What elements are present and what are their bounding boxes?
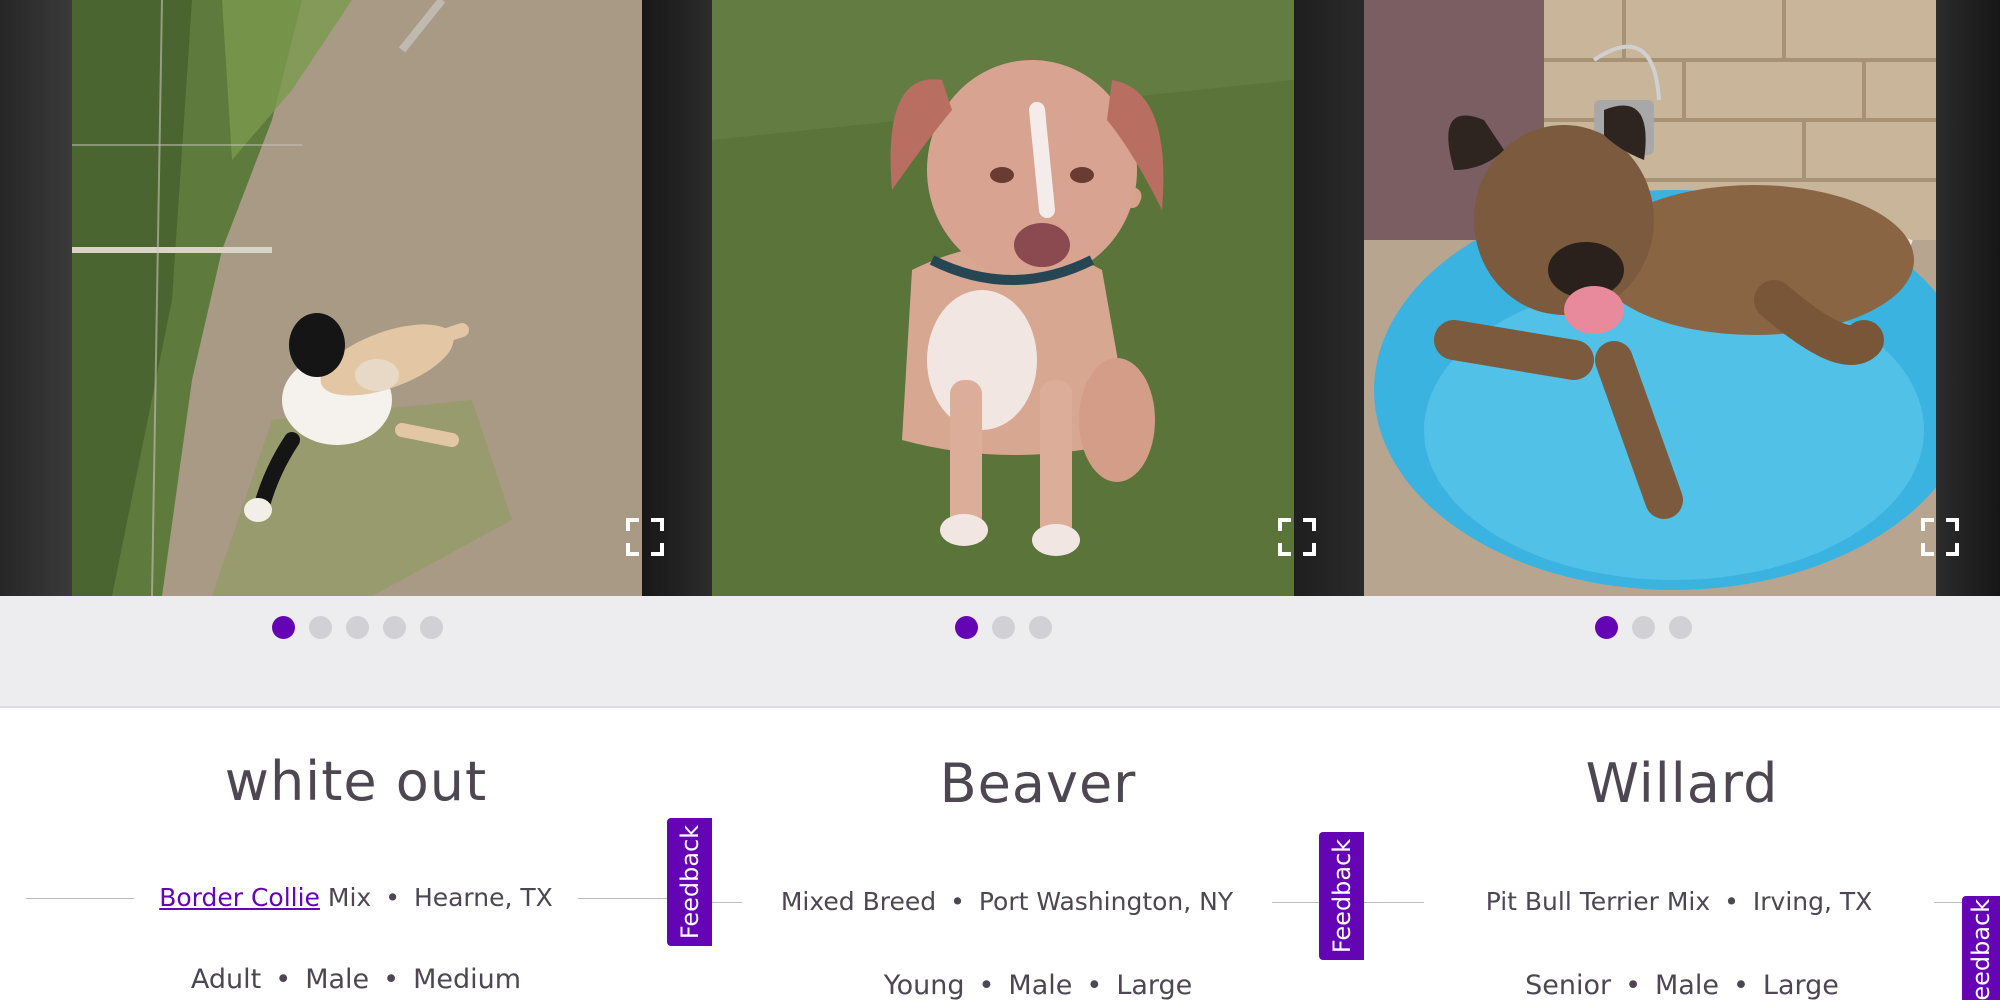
carousel-dot[interactable] xyxy=(309,616,332,639)
pet-breed: Mixed Breed xyxy=(780,887,937,916)
breed-suffix: Mix xyxy=(327,883,372,912)
pet-age: Young xyxy=(883,970,965,1000)
pet-name: Beaver xyxy=(939,752,1137,815)
separator: • xyxy=(275,964,292,995)
dog-photo-image xyxy=(712,0,1294,596)
pet-attributes: Adult • Male • Medium xyxy=(0,960,712,1000)
pet-gender: Male xyxy=(305,964,370,995)
pet-gender: Male xyxy=(1655,970,1719,1000)
pet-attributes: Young • Male • Large xyxy=(712,966,1364,1000)
previous-photo-preview xyxy=(0,0,72,596)
pet-gender: Male xyxy=(1008,970,1073,1000)
pet-breed: Pit Bull Terrier Mix xyxy=(1485,887,1711,916)
carousel-pagination xyxy=(0,596,712,708)
carousel-dot[interactable] xyxy=(272,616,295,639)
separator: • xyxy=(978,970,995,1000)
pet-photo[interactable] xyxy=(1364,0,1936,596)
carousel-dots xyxy=(1595,616,1692,639)
pet-size: Medium xyxy=(413,964,522,995)
photo-carousel[interactable] xyxy=(0,0,712,596)
pet-name: Willard xyxy=(1585,752,1779,815)
dog-photo-image xyxy=(72,0,642,596)
expand-photo-button[interactable] xyxy=(625,517,665,557)
pet-attributes: Senior • Male • Large xyxy=(1364,966,2000,1000)
carousel-dot[interactable] xyxy=(992,616,1015,639)
breed-location-row: Pit Bull Terrier Mix • Irving, TX xyxy=(1364,882,2000,922)
carousel-dots xyxy=(272,616,443,639)
divider-left xyxy=(26,898,134,899)
separator: • xyxy=(383,964,400,995)
carousel-dot[interactable] xyxy=(955,616,978,639)
carousel-dot[interactable] xyxy=(1029,616,1052,639)
carousel-dot[interactable] xyxy=(1632,616,1655,639)
pet-age: Adult xyxy=(190,964,262,995)
feedback-button[interactable]: Feedback xyxy=(667,818,712,946)
carousel-pagination xyxy=(1364,596,2000,708)
carousel-dots xyxy=(955,616,1052,639)
expand-fullscreen-icon xyxy=(1278,518,1316,556)
pet-photo[interactable] xyxy=(712,0,1294,596)
pet-age: Senior xyxy=(1525,970,1612,1000)
carousel-dot[interactable] xyxy=(346,616,369,639)
feedback-button[interactable]: Feedback xyxy=(1962,896,2000,1000)
pet-size: Large xyxy=(1762,970,1839,1000)
pet-photo[interactable] xyxy=(72,0,642,596)
separator: • xyxy=(950,887,965,916)
breed-location-text: Border Collie Mix • Hearne, TX xyxy=(134,878,578,918)
breed-location-text: Mixed Breed • Port Washington, NY xyxy=(742,882,1272,922)
pet-name: white out xyxy=(224,750,488,813)
pet-card-beaver: Beaver Mixed Breed • Port Washington, NY Y… xyxy=(712,0,1364,1000)
separator: • xyxy=(1625,970,1642,1000)
expand-fullscreen-icon xyxy=(1921,518,1959,556)
expand-photo-button[interactable] xyxy=(1920,517,1960,557)
photo-carousel[interactable] xyxy=(1364,0,2000,596)
feedback-label: Feedback xyxy=(675,824,704,940)
carousel-dot[interactable] xyxy=(420,616,443,639)
pet-card-willard: Willard Pit Bull Terrier Mix • Irving, TX … xyxy=(1364,0,2000,1000)
breed-location-row: Border Collie Mix • Hearne, TX xyxy=(0,878,712,918)
divider-right xyxy=(578,898,668,899)
next-photo-preview xyxy=(1936,0,2000,596)
pet-location: Port Washington, NY xyxy=(978,887,1234,916)
separator: • xyxy=(1732,970,1749,1000)
divider-right xyxy=(1272,902,1322,903)
separator: • xyxy=(1086,970,1103,1000)
pet-location: Irving, TX xyxy=(1752,887,1873,916)
next-photo-preview xyxy=(642,0,712,596)
photo-carousel[interactable] xyxy=(712,0,1364,596)
pet-location: Hearne, TX xyxy=(413,883,553,912)
feedback-label: Feedback xyxy=(1327,838,1356,954)
separator: • xyxy=(385,883,400,912)
breed-location-row: Mixed Breed • Port Washington, NY xyxy=(712,882,1364,922)
separator: • xyxy=(1724,887,1739,916)
carousel-dot[interactable] xyxy=(1669,616,1692,639)
feedback-button[interactable]: Feedback xyxy=(1319,832,1364,960)
divider-left xyxy=(1364,902,1424,903)
expand-fullscreen-icon xyxy=(626,518,664,556)
expand-photo-button[interactable] xyxy=(1277,517,1317,557)
carousel-pagination xyxy=(712,596,1364,708)
carousel-dot[interactable] xyxy=(383,616,406,639)
pet-card-white-out: white out Border Collie Mix • Hearne, TX A… xyxy=(0,0,712,1000)
next-photo-preview xyxy=(1294,0,1364,596)
breed-location-text: Pit Bull Terrier Mix • Irving, TX xyxy=(1424,882,1934,922)
breed-link[interactable]: Border Collie xyxy=(159,883,320,912)
feedback-label: Feedback xyxy=(1967,898,1995,1000)
carousel-dot[interactable] xyxy=(1595,616,1618,639)
dog-photo-image xyxy=(1364,0,1936,596)
divider-left xyxy=(712,902,742,903)
pet-size: Large xyxy=(1116,970,1193,1000)
